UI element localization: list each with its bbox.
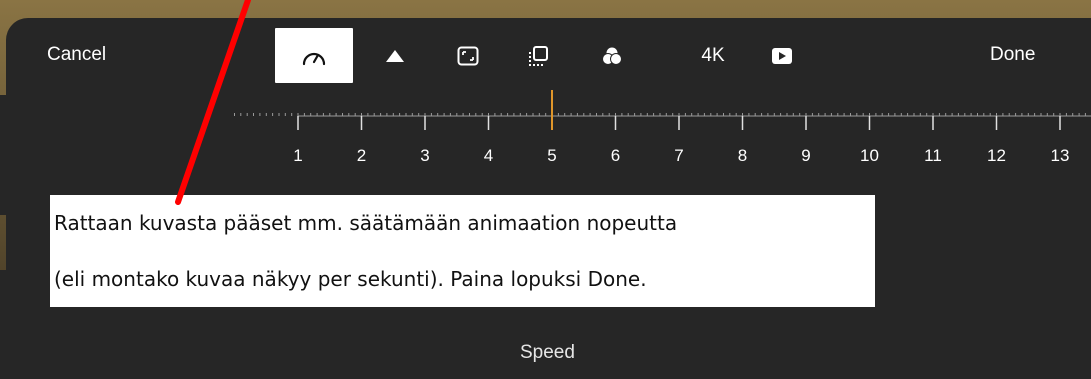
- annotation-arrow: [175, 0, 251, 205]
